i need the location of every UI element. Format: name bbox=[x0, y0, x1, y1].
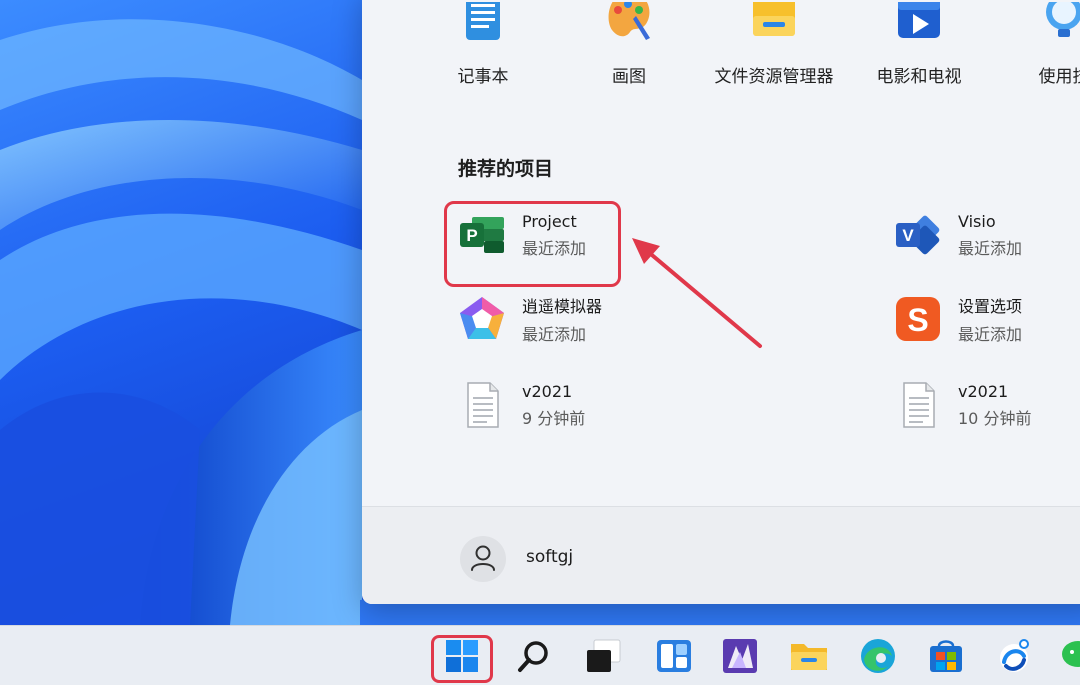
store-icon[interactable] bbox=[926, 636, 966, 676]
recommended-item-name: 设置选项 bbox=[958, 297, 1023, 316]
pinned-app-paint[interactable]: 画图 bbox=[554, 0, 704, 87]
pinned-app-label: 电影和电视 bbox=[876, 67, 962, 87]
task-view-icon[interactable] bbox=[584, 636, 624, 676]
pinned-app-movies-tv[interactable]: 电影和电视 bbox=[844, 0, 994, 87]
recommended-item-name: Visio bbox=[958, 211, 996, 231]
pinned-app-label: 记事本 bbox=[457, 67, 509, 87]
pinned-apps-row: 记事本 画图 文件资源管理器 电影和电视 使用 bbox=[362, 0, 1080, 87]
svg-text:V: V bbox=[902, 226, 914, 245]
recommended-item-time: 最近添加 bbox=[522, 325, 587, 344]
taskbar bbox=[0, 625, 1080, 685]
edge-icon[interactable] bbox=[858, 636, 898, 676]
recommended-item-name: 逍遥模拟器 bbox=[522, 297, 603, 316]
user-name[interactable]: softgj bbox=[526, 547, 573, 567]
project-highlight-box bbox=[444, 201, 621, 287]
sogou-input-icon: S bbox=[892, 293, 944, 345]
file-explorer-icon bbox=[751, 0, 797, 48]
file-explorer-icon[interactable] bbox=[789, 636, 829, 676]
recommended-item-visio[interactable]: V Visio 最近添加 bbox=[892, 204, 1080, 266]
pinned-app-label: 画图 bbox=[612, 67, 646, 87]
tips-icon bbox=[1041, 0, 1080, 48]
recommended-item-name: v2021 bbox=[522, 381, 573, 401]
recommended-item-v2021-a[interactable]: v2021 9 分钟前 bbox=[456, 374, 656, 436]
wechat-icon[interactable] bbox=[1058, 636, 1080, 676]
network-icon[interactable] bbox=[994, 636, 1034, 676]
recommended-item-time: 10 分钟前 bbox=[958, 408, 1032, 428]
pinned-app-label: 使用技 bbox=[1038, 67, 1080, 87]
recommended-section-title: 推荐的项目 bbox=[458, 158, 554, 180]
app-launcher-icon[interactable] bbox=[720, 636, 760, 676]
notepad-icon bbox=[460, 0, 506, 48]
user-avatar[interactable] bbox=[460, 536, 506, 582]
memu-emulator-icon bbox=[456, 293, 508, 345]
paint-icon bbox=[606, 0, 652, 48]
pinned-app-label: 文件资源管理器 bbox=[714, 67, 834, 87]
recommended-item-time: 9 分钟前 bbox=[522, 408, 586, 428]
search-icon[interactable] bbox=[514, 636, 554, 676]
movies-tv-icon bbox=[896, 0, 942, 48]
widgets-icon[interactable] bbox=[654, 636, 694, 676]
recommended-item-time: 最近添加 bbox=[958, 238, 1023, 258]
document-icon bbox=[456, 379, 508, 431]
document-icon bbox=[892, 379, 944, 431]
pinned-app-file-explorer[interactable]: 文件资源管理器 bbox=[699, 0, 849, 87]
ms-visio-icon: V bbox=[892, 209, 944, 261]
user-account-bar: softgj bbox=[362, 507, 1080, 604]
pinned-app-notepad[interactable]: 记事本 bbox=[408, 0, 558, 87]
annotation-arrow-icon bbox=[632, 238, 762, 348]
svg-text:S: S bbox=[907, 302, 928, 338]
recommended-item-sogou[interactable]: S 设置选项 最近添加 bbox=[892, 288, 1080, 350]
user-icon bbox=[471, 545, 495, 571]
recommended-item-name: v2021 bbox=[958, 381, 1009, 401]
pinned-app-tips[interactable]: 使用技 bbox=[989, 0, 1080, 87]
recommended-item-v2021-b[interactable]: v2021 10 分钟前 bbox=[892, 374, 1080, 436]
recommended-item-time: 最近添加 bbox=[958, 325, 1023, 344]
start-button-highlight-box bbox=[431, 635, 493, 683]
